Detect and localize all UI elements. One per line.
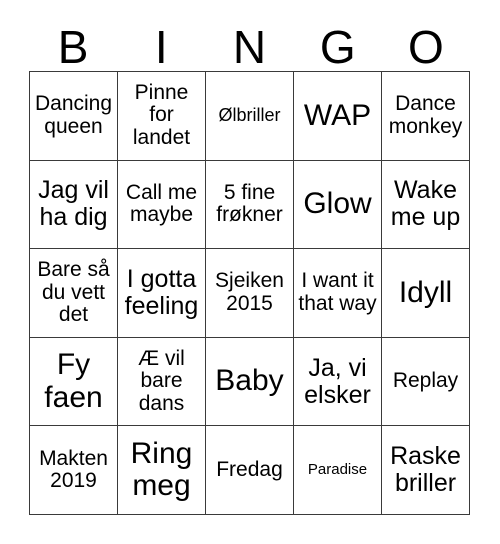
bingo-cell-label: Ja, vi elsker xyxy=(304,353,371,409)
bingo-cell[interactable]: Idyll xyxy=(382,249,470,338)
bingo-cell[interactable]: Sjeiken 2015 xyxy=(206,249,294,338)
bingo-cell[interactable]: Call me maybe xyxy=(118,160,206,250)
header-letter-b: B xyxy=(57,21,89,73)
bingo-cell[interactable]: Dance monkey xyxy=(382,72,470,161)
bingo-cell[interactable]: Glow xyxy=(294,160,382,250)
bingo-cell[interactable]: Paradise xyxy=(294,426,382,515)
bingo-cell[interactable]: Raske briller xyxy=(382,426,470,515)
bingo-cell-label: Wake me up xyxy=(390,176,461,232)
bingo-cell-label: Call me maybe xyxy=(125,180,198,227)
bingo-cell[interactable]: Jag vil ha dig xyxy=(30,160,118,250)
bingo-cell-label: Raske briller xyxy=(390,442,461,498)
bingo-cell-label: Jag vil ha dig xyxy=(38,176,109,232)
bingo-cell[interactable]: WAP xyxy=(294,72,382,161)
bingo-cell-label: Ring meg xyxy=(130,436,193,503)
bingo-cell-label: WAP xyxy=(303,98,372,132)
bingo-row: Fy faen Æ vil bare dans Baby Ja, vi elsk… xyxy=(30,337,470,427)
bingo-cell-label: Dance monkey xyxy=(388,92,463,138)
bingo-cell[interactable]: Makten 2019 xyxy=(30,426,118,515)
header-letter-n: N xyxy=(232,21,267,73)
bingo-cell[interactable]: Fredag xyxy=(206,426,294,515)
bingo-cell-label: Dancing queen xyxy=(34,92,113,138)
bingo-cell-label: Sjeiken 2015 xyxy=(215,269,284,315)
bingo-cell[interactable]: Ølbriller xyxy=(206,72,294,161)
bingo-card: B I N G O Dancing queen Pinne for landet… xyxy=(29,0,470,515)
bingo-cell-label: Baby xyxy=(215,364,284,398)
bingo-row: Bare så du vett det I gotta feeling Sjei… xyxy=(30,249,470,338)
bingo-cell[interactable]: Fy faen xyxy=(30,337,118,427)
bingo-cell-label: Idyll xyxy=(398,275,453,309)
bingo-grid: Dancing queen Pinne for landet Ølbriller… xyxy=(29,71,470,515)
bingo-cell-label: Fredag xyxy=(216,457,283,481)
bingo-cell[interactable]: Æ vil bare dans xyxy=(118,337,206,427)
bingo-cell[interactable]: I want it that way xyxy=(294,249,382,338)
bingo-cell[interactable]: Pinne for landet xyxy=(118,72,206,161)
header-letter-i: I xyxy=(154,21,168,73)
bingo-cell-label: Fy faen xyxy=(44,348,103,414)
bingo-cell[interactable]: Bare så du vett det xyxy=(30,249,118,338)
header-letter-o: O xyxy=(408,21,444,73)
bingo-cell[interactable]: Baby xyxy=(206,337,294,427)
bingo-cell[interactable]: Wake me up xyxy=(382,160,470,250)
bingo-cell-label: Paradise xyxy=(307,461,368,479)
bingo-cell-label: Bare så du vett det xyxy=(37,257,110,327)
bingo-cell[interactable]: Replay xyxy=(382,337,470,427)
bingo-cell-label: Pinne for landet xyxy=(132,80,191,150)
bingo-cell-label: Glow xyxy=(303,187,372,221)
bingo-cell-label: Makten 2019 xyxy=(39,446,108,493)
bingo-cell-label: Replay xyxy=(392,369,459,393)
bingo-cell-label: Ølbriller xyxy=(218,105,281,126)
bingo-row: Makten 2019 Ring meg Fredag Paradise Ras… xyxy=(30,426,470,515)
bingo-cell[interactable]: Ja, vi elsker xyxy=(294,337,382,427)
bingo-row: Jag vil ha dig Call me maybe 5 fine frøk… xyxy=(30,160,470,250)
bingo-cell[interactable]: Dancing queen xyxy=(30,72,118,161)
bingo-cell-label: I want it that way xyxy=(298,269,377,315)
bingo-cell-label: 5 fine frøkner xyxy=(216,180,283,227)
header-letter-g: G xyxy=(319,21,356,73)
bingo-cell-label: I gotta feeling xyxy=(124,264,199,320)
bingo-cell-label: Æ vil bare dans xyxy=(138,346,185,415)
bingo-cell[interactable]: I gotta feeling xyxy=(118,249,206,338)
bingo-header: B I N G O xyxy=(29,0,470,71)
bingo-cell[interactable]: 5 fine frøkner xyxy=(206,160,294,250)
bingo-cell[interactable]: Ring meg xyxy=(118,426,206,515)
bingo-row: Dancing queen Pinne for landet Ølbriller… xyxy=(30,72,470,161)
